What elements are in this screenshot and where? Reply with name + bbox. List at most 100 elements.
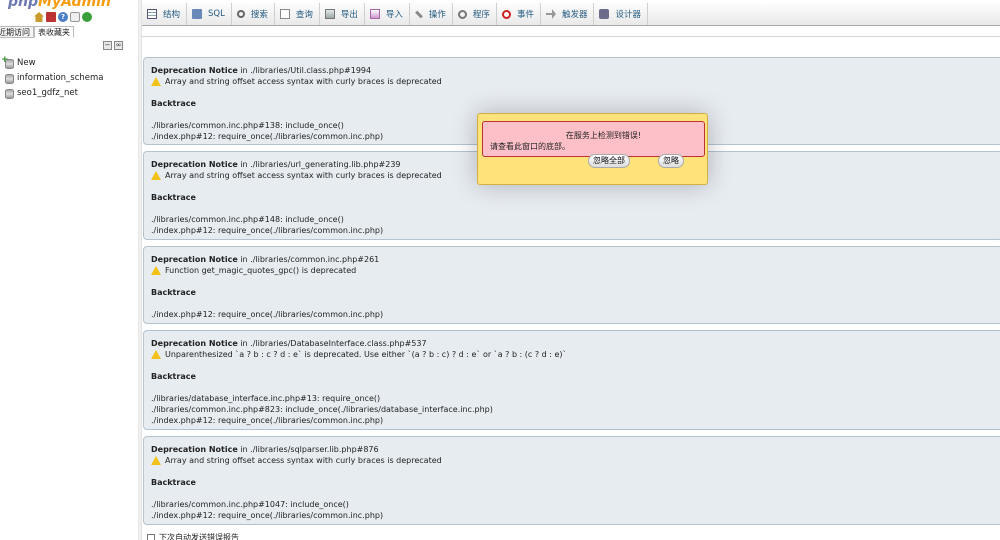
backtrace-title: Backtrace xyxy=(151,99,196,108)
auto-report-option: 下次自动发送错误报告 xyxy=(147,532,239,540)
notice-header: Deprecation Notice in ./libraries/sqlpar… xyxy=(151,445,379,454)
backtrace-title: Backtrace xyxy=(151,288,196,297)
backtrace-line: ./libraries/database_interface.inc.php#1… xyxy=(151,394,381,403)
tab-triggers[interactable]: 触发器 xyxy=(541,3,595,25)
link-icon[interactable]: ∞ xyxy=(114,41,123,50)
tab-label: 触发器 xyxy=(561,10,588,20)
ignore-button[interactable]: 忽略 xyxy=(658,154,684,168)
top-menu: 结构 SQL 搜索 查询 导出 导入 操作 程序 事件 触发器 设计器 xyxy=(142,3,1000,26)
tab-label: 事件 xyxy=(516,10,534,20)
structure-icon xyxy=(147,9,157,19)
tab-label: 导入 xyxy=(385,10,403,20)
backtrace-line: ./index.php#12: require_once(./libraries… xyxy=(151,416,384,425)
backtrace-list: ./index.php#12: require_once(./libraries… xyxy=(151,309,995,320)
help-icon[interactable]: ? xyxy=(58,12,68,22)
tab-import[interactable]: 导入 xyxy=(365,3,410,25)
notice-message: Array and string offset access syntax wi… xyxy=(151,76,995,87)
export-icon xyxy=(324,9,335,19)
notice-header: Deprecation Notice in ./libraries/Databa… xyxy=(151,339,427,348)
home-icon[interactable] xyxy=(34,12,44,22)
divider xyxy=(142,36,1000,37)
database-icon xyxy=(2,73,14,84)
documentation-icon[interactable] xyxy=(70,12,80,22)
deprecation-notice: Deprecation Notice in ./libraries/common… xyxy=(143,246,1000,324)
tab-structure[interactable]: 结构 xyxy=(142,3,188,25)
backtrace-line: ./libraries/common.inc.php#823: include_… xyxy=(151,405,493,414)
tab-operations[interactable]: 操作 xyxy=(410,3,453,25)
warning-icon xyxy=(151,350,161,359)
sidebar-resize-handle[interactable] xyxy=(138,0,142,540)
navigation-sidebar: phpMyAdmin ? 近期访问 表收藏夹 − ∞ New informati… xyxy=(0,0,140,540)
tab-label: 导出 xyxy=(340,10,358,20)
reload-icon[interactable] xyxy=(82,12,92,22)
tab-label: 设计器 xyxy=(615,10,641,20)
backtrace-line: ./index.php#12: require_once(./libraries… xyxy=(151,310,384,319)
tab-label: 程序 xyxy=(472,10,490,20)
tab-events[interactable]: 事件 xyxy=(497,3,541,25)
collapse-all-icon[interactable]: − xyxy=(103,41,112,50)
tab-label: 结构 xyxy=(163,10,181,20)
notice-message: Function get_magic_quotes_gpc() is depre… xyxy=(151,265,995,276)
tree-item-label: seo1_gdfz_net xyxy=(17,87,78,98)
warning-icon xyxy=(151,171,161,180)
backtrace-line: ./index.php#12: require_once(./libraries… xyxy=(151,511,384,520)
database-icon xyxy=(2,88,14,99)
deprecation-notice: Deprecation Notice in ./libraries/Databa… xyxy=(143,330,1000,430)
designer-icon xyxy=(599,9,610,19)
error-body: 请查看此窗口的底部。 xyxy=(490,142,570,151)
warning-icon xyxy=(151,266,161,275)
backtrace-title: Backtrace xyxy=(151,478,196,487)
routines-icon xyxy=(457,9,467,19)
import-icon xyxy=(369,9,380,19)
notice-message: Unparenthesized `a ? b : c ? d : e` is d… xyxy=(151,349,995,360)
warning-icon xyxy=(151,77,161,86)
tab-designer[interactable]: 设计器 xyxy=(594,3,648,25)
auto-report-checkbox[interactable] xyxy=(147,533,155,540)
auto-report-label: 下次自动发送错误报告 xyxy=(159,533,239,540)
search-icon xyxy=(236,10,245,18)
backtrace-line: ./libraries/common.inc.php#1047: include… xyxy=(151,500,349,509)
tab-recent[interactable]: 近期访问 xyxy=(0,26,34,38)
error-title: 在服务上检测到错误! xyxy=(565,131,642,140)
events-icon xyxy=(501,9,511,19)
tree-item-new[interactable]: New xyxy=(0,55,104,70)
error-message-box: 在服务上检测到错误! 请查看此窗口的底部。 xyxy=(482,121,705,157)
backtrace-list: ./libraries/common.inc.php#1047: include… xyxy=(151,499,995,521)
ignore-all-button[interactable]: 忽略全部 xyxy=(588,154,630,168)
backtrace-line: ./libraries/common.inc.php#148: include_… xyxy=(151,215,344,224)
tree-item-label: information_schema xyxy=(17,72,104,83)
phpmyadmin-logo[interactable]: phpMyAdmin xyxy=(8,0,111,10)
tab-routines[interactable]: 程序 xyxy=(453,3,497,25)
tab-export[interactable]: 导出 xyxy=(320,3,365,25)
tab-label: 操作 xyxy=(428,10,446,20)
tree-item-information-schema[interactable]: information_schema xyxy=(0,70,104,85)
backtrace-line: ./index.php#12: require_once(./libraries… xyxy=(151,226,384,235)
tab-sql[interactable]: SQL xyxy=(187,3,232,25)
deprecation-notice: Deprecation Notice in ./libraries/sqlpar… xyxy=(143,436,1000,525)
operations-icon xyxy=(415,10,423,18)
warning-icon xyxy=(151,456,161,465)
new-database-icon xyxy=(1,55,14,69)
sql-icon xyxy=(192,9,203,19)
tree-controls: − ∞ xyxy=(103,41,123,50)
triggers-icon xyxy=(545,9,556,19)
backtrace-list: ./libraries/common.inc.php#148: include_… xyxy=(151,214,995,236)
tab-label: 查询 xyxy=(295,10,313,20)
tab-search[interactable]: 搜索 xyxy=(232,3,275,25)
database-tree: New information_schema seo1_gdfz_net xyxy=(0,55,104,100)
backtrace-title: Backtrace xyxy=(151,193,196,202)
tab-label: SQL xyxy=(208,9,225,19)
backtrace-title: Backtrace xyxy=(151,372,196,381)
notice-header: Deprecation Notice in ./libraries/Util.c… xyxy=(151,66,372,75)
logout-icon[interactable] xyxy=(46,12,56,22)
query-icon xyxy=(279,9,290,19)
nav-icon-bar: ? xyxy=(34,12,92,22)
tree-item-label: New xyxy=(17,57,36,68)
error-popup: 在服务上检测到错误! 请查看此窗口的底部。 忽略全部 忽略 xyxy=(477,113,708,185)
tab-favorites[interactable]: 表收藏夹 xyxy=(34,26,74,38)
tab-query[interactable]: 查询 xyxy=(275,3,320,25)
notice-message: Array and string offset access syntax wi… xyxy=(151,455,995,466)
sidebar-tabs: 近期访问 表收藏夹 xyxy=(0,26,74,38)
notice-header: Deprecation Notice in ./libraries/common… xyxy=(151,255,380,264)
tree-item-seo1-gdfz-net[interactable]: seo1_gdfz_net xyxy=(0,85,104,100)
